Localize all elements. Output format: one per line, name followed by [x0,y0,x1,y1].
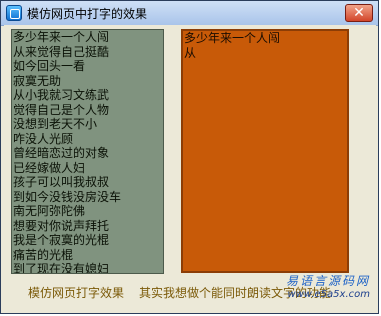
list-item[interactable]: 如今回头一看 [12,59,163,74]
typing-output-box[interactable]: 多少年来一个人闯 从 [181,29,349,273]
list-item[interactable]: 没想到老天不小 [12,117,163,132]
title-bar[interactable]: 模仿网页中打字的效果 ✕ [1,1,378,26]
lyrics-list[interactable]: 多少年来一个人闯 从来觉得自己挺酷 如今回头一看 寂寞无助 从小我就习文练武 觉… [11,29,164,274]
app-icon [6,5,22,21]
footer-label-left: 模仿网页打字效果 [28,286,125,300]
list-item[interactable]: 孩子可以叫我叔叔 [12,175,163,190]
list-item[interactable]: 痛苦的光棍 [12,248,163,263]
list-item[interactable]: 曾经暗恋过的对象 [12,146,163,161]
typed-line: 多少年来一个人闯 [184,31,281,45]
list-item[interactable]: 我是个寂寞的光棍 [12,233,163,248]
list-item[interactable]: 南无阿弥陀佛 [12,204,163,219]
client-area: 多少年来一个人闯 从来觉得自己挺酷 如今回头一看 寂寞无助 从小我就习文练武 觉… [4,25,376,312]
list-item[interactable]: 到了现在没有媳妇 [12,262,163,273]
watermark-url: www.e5a5x.com [287,289,370,300]
list-item[interactable]: 多少年来一个人闯 [12,30,163,45]
list-item[interactable]: 从小我就习文练武 [12,88,163,103]
watermark: 易语言源码网 www.e5a5x.com [286,272,370,300]
list-item[interactable]: 寂寞无助 [12,74,163,89]
list-item[interactable]: 已经嫁做人妇 [12,161,163,176]
list-item[interactable]: 从来觉得自己挺酷 [12,45,163,60]
list-item[interactable]: 想要对你说声拜托 [12,219,163,234]
list-item[interactable]: 咋没人光顾 [12,132,163,147]
list-item[interactable]: 觉得自己是个人物 [12,103,163,118]
app-window: 模仿网页中打字的效果 ✕ 多少年来一个人闯 从来觉得自己挺酷 如今回头一看 寂寞… [0,0,379,314]
typed-line: 从 [184,45,197,60]
window-title: 模仿网页中打字的效果 [27,7,148,21]
watermark-cn: 易语言源码网 [285,274,370,288]
list-item[interactable]: 到如今没钱没房没车 [12,190,163,205]
close-button[interactable]: ✕ [345,4,373,22]
